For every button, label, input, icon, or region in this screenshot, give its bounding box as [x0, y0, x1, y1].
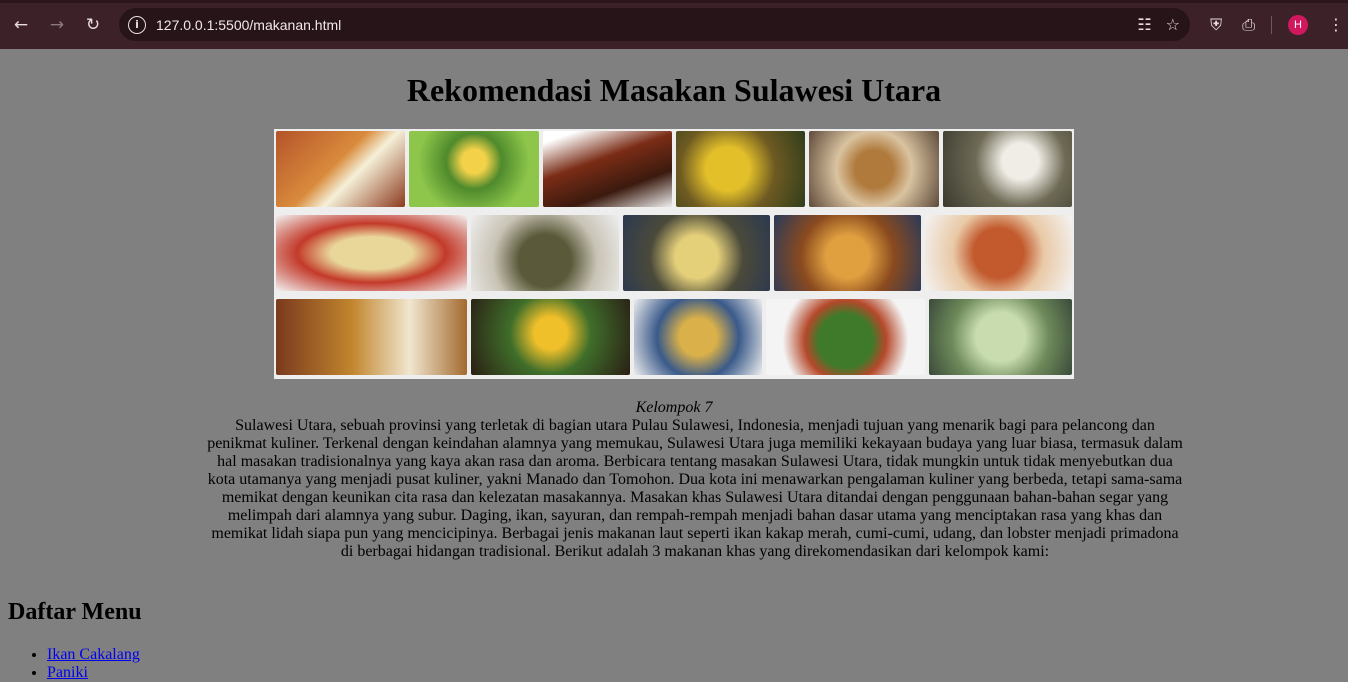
translate-icon[interactable]: ☷ — [1137, 15, 1151, 34]
food-photo — [276, 215, 468, 291]
food-photo — [765, 299, 925, 375]
food-collage-image — [274, 129, 1074, 379]
food-photo — [928, 299, 1072, 375]
info-icon[interactable]: i — [128, 15, 146, 34]
avatar[interactable]: H — [1288, 14, 1308, 35]
image-caption: Kelompok 7 — [635, 399, 713, 416]
food-photo — [471, 215, 619, 291]
page-title: Rekomendasi Masakan Sulawesi Utara — [406, 72, 942, 108]
collage-row — [274, 213, 1074, 293]
food-photo — [276, 131, 406, 207]
intro-paragraph: Sulawesi Utara, sebuah provinsi yang ter… — [207, 417, 1183, 560]
food-photo — [634, 299, 762, 375]
food-photo — [471, 299, 631, 375]
food-photo — [409, 131, 539, 207]
food-photo — [276, 299, 468, 375]
forward-icon[interactable]: → — [42, 10, 72, 40]
food-photo — [773, 215, 921, 291]
collage-row — [274, 297, 1074, 377]
toolbar-actions: ⛨ ⎙ H ⋮ — [1200, 0, 1348, 49]
food-photo — [924, 215, 1073, 291]
food-photo — [542, 131, 672, 207]
shield-icon[interactable]: ⛨ — [1210, 15, 1222, 35]
menu-list: Ikan Cakalang Paniki — [7, 646, 140, 682]
list-item: Paniki — [47, 664, 140, 682]
tab-strip — [0, 0, 1348, 3]
extensions-icon[interactable]: ⎙ — [1242, 15, 1255, 35]
browser-toolbar: ← → ↻ i 127.0.0.1:5500/makanan.html ☷ ☆ … — [0, 0, 1348, 49]
url-text[interactable]: 127.0.0.1:5500/makanan.html — [156, 17, 341, 33]
reload-icon[interactable]: ↻ — [78, 10, 108, 40]
collage-row — [274, 129, 1074, 209]
toolbar-divider — [1271, 15, 1272, 34]
menu-heading: Daftar Menu — [8, 599, 142, 625]
page-content: Rekomendasi Masakan Sulawesi Utara Kelom… — [0, 49, 1348, 682]
food-photo — [942, 131, 1072, 207]
list-item: Ikan Cakalang — [47, 646, 140, 664]
menu-link-paniki[interactable]: Paniki — [47, 664, 88, 681]
address-bar[interactable]: i 127.0.0.1:5500/makanan.html ☷ ☆ — [119, 8, 1190, 41]
food-photo — [622, 215, 770, 291]
menu-icon[interactable]: ⋮ — [1328, 15, 1344, 34]
food-photo — [675, 131, 806, 207]
back-icon[interactable]: ← — [6, 10, 36, 40]
star-icon[interactable]: ☆ — [1166, 15, 1180, 34]
menu-link-ikan-cakalang[interactable]: Ikan Cakalang — [47, 646, 140, 663]
food-photo — [809, 131, 939, 207]
